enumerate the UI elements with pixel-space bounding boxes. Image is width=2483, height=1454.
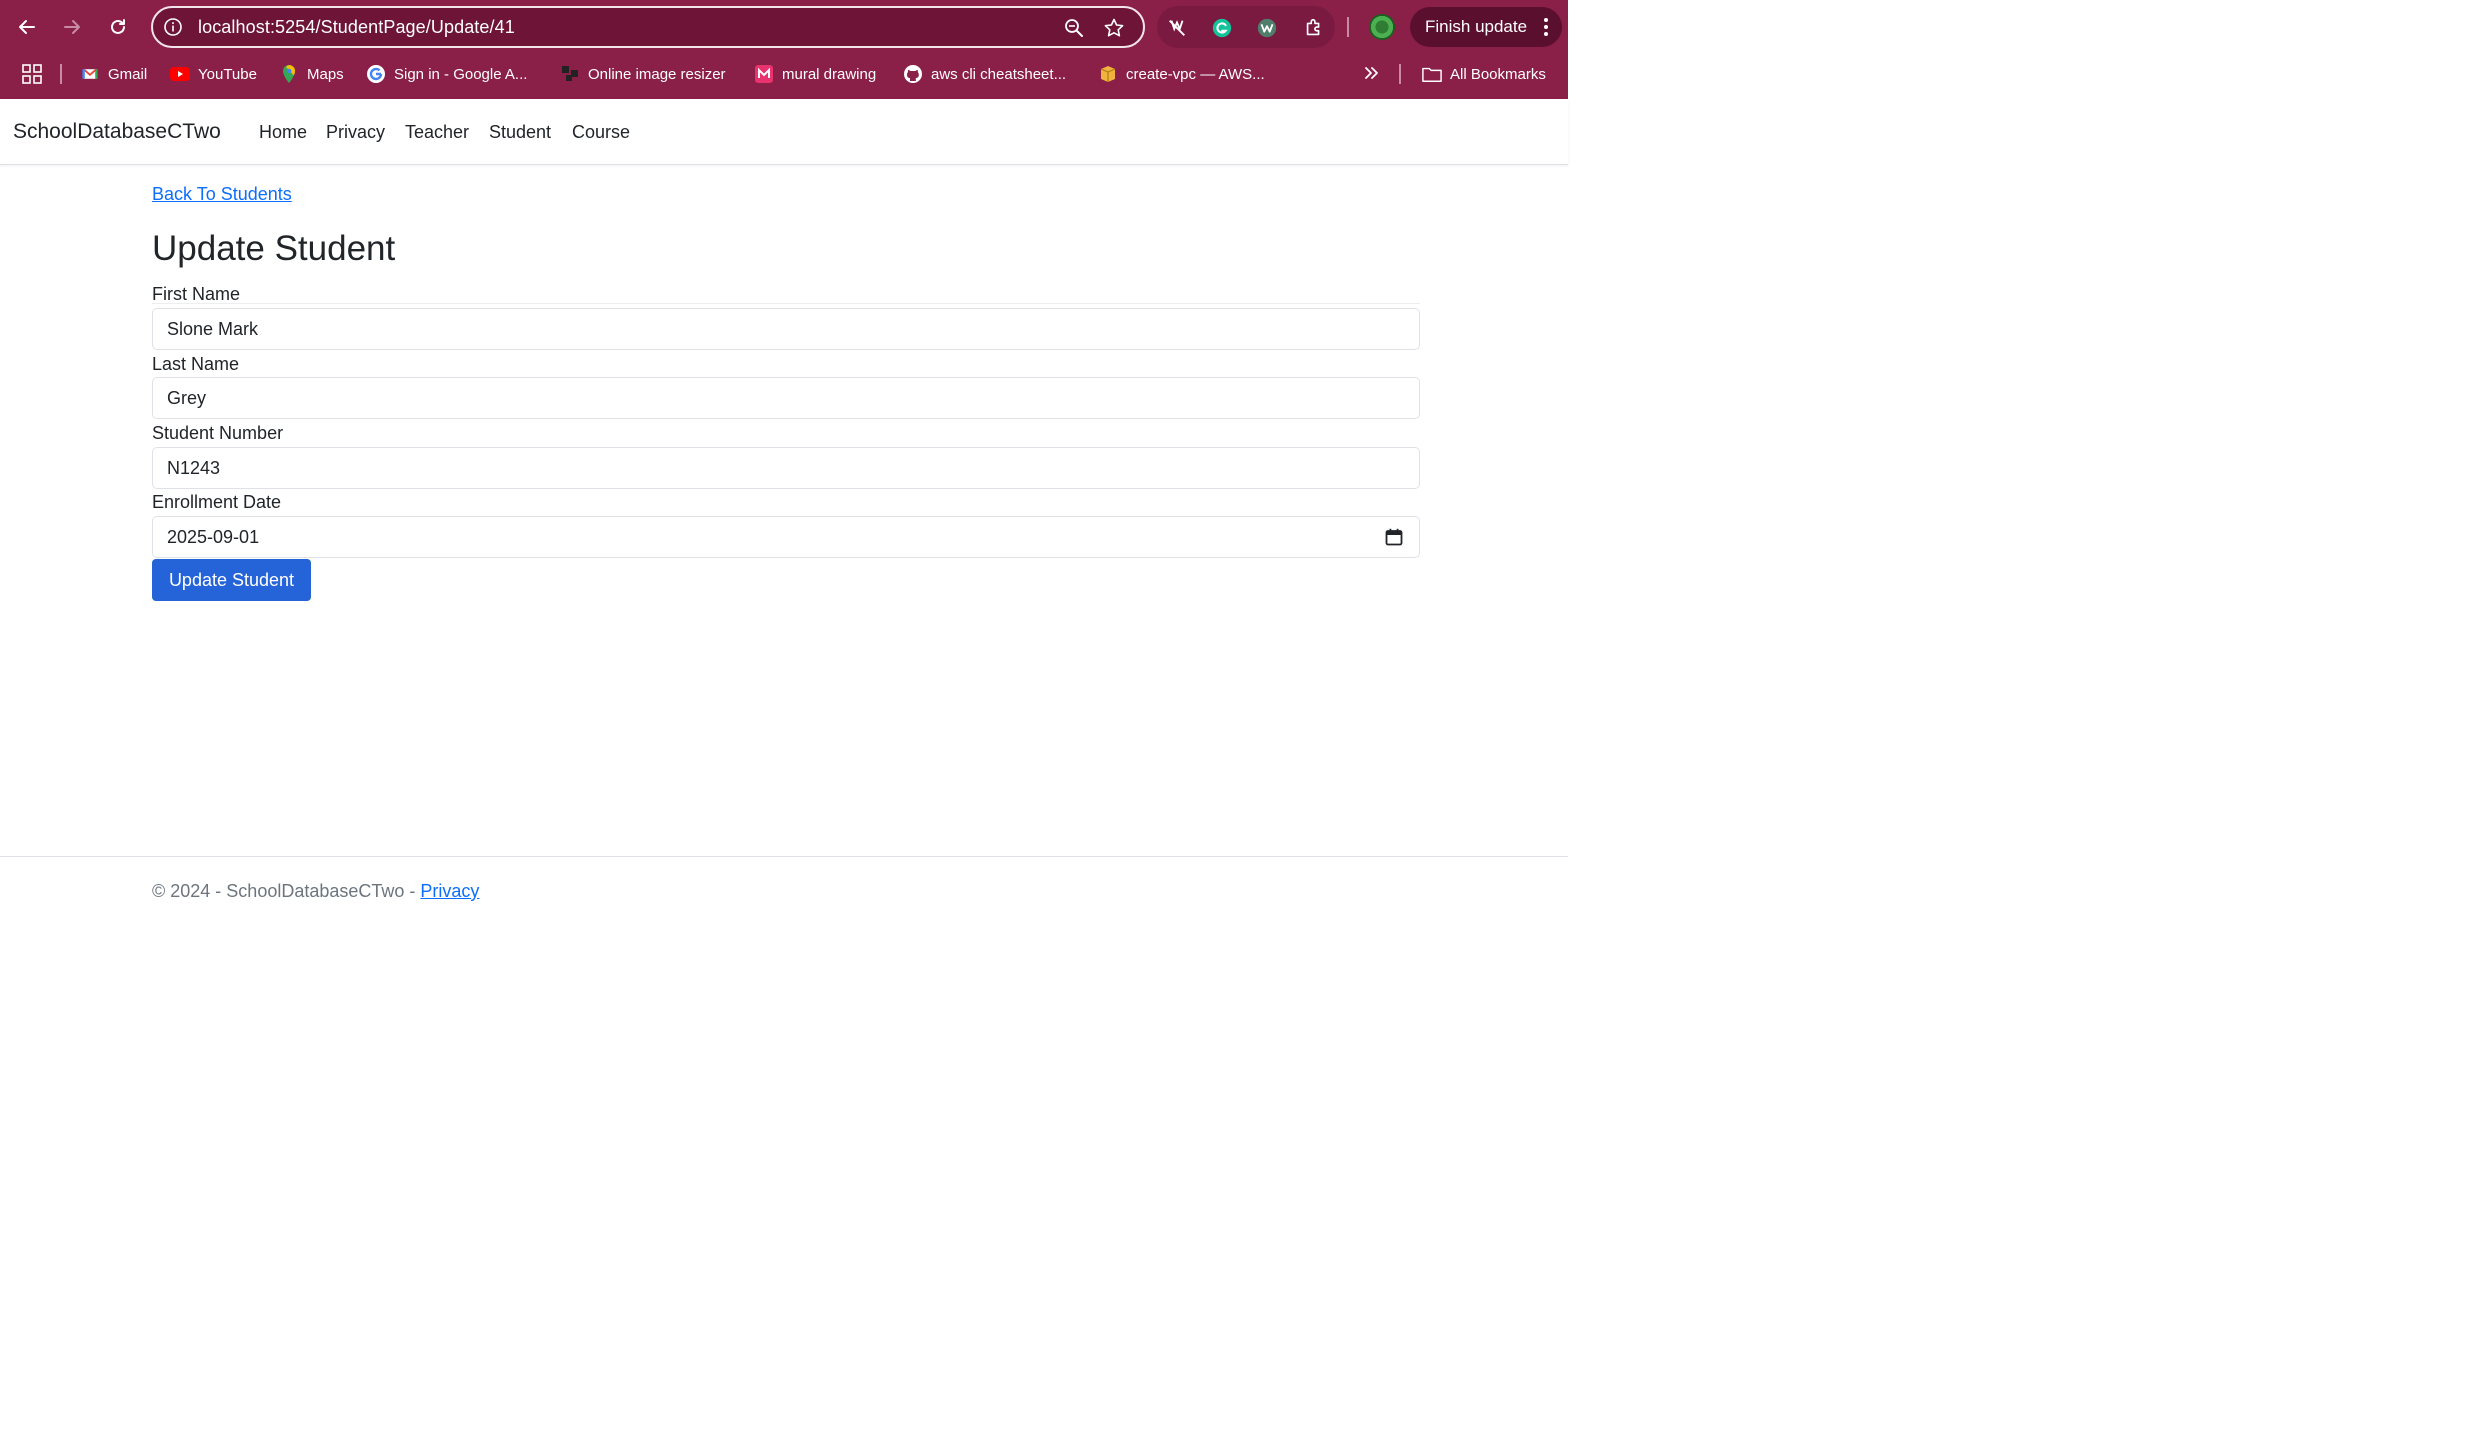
back-to-students-link[interactable]: Back To Students: [152, 184, 292, 205]
bookmark-label: Gmail: [108, 65, 148, 83]
grammarly-icon[interactable]: [1210, 16, 1234, 40]
bookmark-create-vpc[interactable]: create-vpc — AWS...: [1098, 56, 1265, 92]
wordtune-icon[interactable]: [1255, 16, 1279, 40]
nav-link-home[interactable]: Home: [259, 99, 307, 165]
maps-icon: [279, 64, 299, 84]
github-icon: [903, 64, 923, 84]
finish-update-button[interactable]: Finish update: [1410, 7, 1562, 47]
update-student-button[interactable]: Update Student: [152, 559, 311, 601]
address-bar[interactable]: localhost:5254/StudentPage/Update/41: [151, 6, 1145, 48]
footer-copyright: © 2024 - SchoolDatabaseCTwo -: [152, 881, 421, 901]
finish-update-label: Finish update: [1425, 17, 1528, 36]
nav-link-course[interactable]: Course: [572, 99, 630, 165]
navbar-brand[interactable]: SchoolDatabaseCTwo: [13, 99, 221, 165]
bookmark-label: Maps: [307, 65, 344, 83]
extension-disabled-icon[interactable]: [1165, 16, 1189, 40]
nav-link-teacher[interactable]: Teacher: [405, 99, 469, 165]
toolbar-divider: [1347, 17, 1349, 37]
student-number-label: Student Number: [152, 423, 284, 443]
more-bookmarks-chevron-icon[interactable]: [1362, 63, 1382, 83]
folder-icon: [1422, 64, 1442, 84]
bookmark-aws-cli-cheatsheet[interactable]: aws cli cheatsheet...: [903, 56, 1066, 92]
last-name-input[interactable]: [152, 377, 1420, 419]
all-bookmarks-label: All Bookmarks: [1450, 65, 1546, 83]
kebab-menu-icon[interactable]: [1544, 18, 1548, 36]
first-name-input[interactable]: [152, 308, 1420, 350]
calendar-icon[interactable]: [1385, 528, 1403, 546]
nav-link-privacy[interactable]: Privacy: [326, 99, 385, 165]
footer-text: © 2024 - SchoolDatabaseCTwo - Privacy: [152, 881, 479, 902]
bookmark-label: aws cli cheatsheet...: [931, 65, 1067, 83]
last-name-label: Last Name: [152, 354, 240, 374]
bookmarks-bar: Gmail YouTube Maps Sign in - Google A...…: [0, 56, 1568, 92]
url-text[interactable]: localhost:5254/StudentPage/Update/41: [198, 8, 515, 46]
bookmark-label: create-vpc — AWS...: [1126, 65, 1265, 83]
app-navbar: SchoolDatabaseCTwo Home Privacy Teacher …: [0, 99, 1568, 165]
enrollment-date-input[interactable]: 2025-09-01: [152, 516, 1420, 558]
student-number-input[interactable]: [152, 447, 1420, 489]
profile-avatar[interactable]: [1369, 14, 1395, 40]
resizer-icon: [560, 64, 580, 84]
footer-privacy-link[interactable]: Privacy: [420, 881, 479, 901]
bookmark-label: mural drawing: [782, 65, 877, 83]
bookmark-label: Online image resizer: [588, 65, 726, 83]
bookmark-label: Sign in - Google A...: [394, 65, 528, 83]
bookmark-gmail[interactable]: Gmail: [80, 56, 147, 92]
aws-icon: [1098, 64, 1118, 84]
gmail-icon: [80, 64, 100, 84]
bookmark-maps[interactable]: Maps: [279, 56, 344, 92]
reload-icon[interactable]: [103, 12, 133, 42]
page-title: Update Student: [152, 229, 396, 268]
enrollment-date-value: 2025-09-01: [167, 527, 260, 547]
bookmark-mural-drawing[interactable]: mural drawing: [754, 56, 876, 92]
youtube-icon: [170, 64, 190, 84]
bookmark-star-icon[interactable]: [1103, 17, 1125, 39]
back-arrow-icon[interactable]: [12, 12, 42, 42]
bookmark-youtube[interactable]: YouTube: [170, 56, 257, 92]
zoom-icon[interactable]: [1063, 17, 1085, 39]
site-info-icon[interactable]: [163, 17, 183, 37]
first-name-label: First Name: [152, 284, 241, 304]
enrollment-date-label: Enrollment Date: [152, 492, 282, 512]
bookmarks-divider: [1399, 64, 1401, 84]
bookmark-label: YouTube: [198, 65, 257, 83]
page-footer: © 2024 - SchoolDatabaseCTwo - Privacy: [0, 856, 1568, 918]
extensions-group: [1157, 6, 1335, 48]
forward-arrow-icon[interactable]: [57, 12, 87, 42]
google-icon: [366, 64, 386, 84]
bookmark-image-resizer[interactable]: Online image resizer: [560, 56, 726, 92]
bookmark-google-signin[interactable]: Sign in - Google A...: [366, 56, 527, 92]
divider: [152, 303, 1420, 304]
nav-link-student[interactable]: Student: [489, 99, 551, 165]
mural-icon: [754, 64, 774, 84]
all-bookmarks-button[interactable]: All Bookmarks: [1422, 56, 1546, 92]
extensions-puzzle-icon[interactable]: [1302, 16, 1326, 40]
